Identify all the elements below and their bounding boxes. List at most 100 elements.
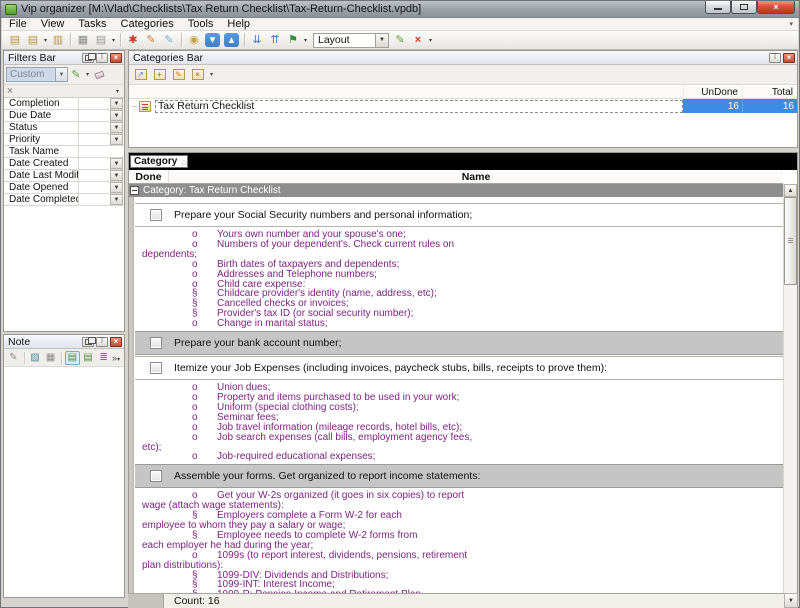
maximize-icon bbox=[740, 4, 748, 10]
minimize-button[interactable] bbox=[705, 1, 731, 14]
sub-item-text: plan distributions): bbox=[142, 560, 223, 571]
float-panel-button[interactable] bbox=[82, 53, 94, 63]
filter-dropdown-button[interactable]: ▼ bbox=[110, 98, 123, 109]
new-database-button[interactable]: ▤ bbox=[6, 32, 24, 48]
clear-filter-button[interactable] bbox=[91, 67, 107, 82]
note-bullets-button[interactable]: ≣ bbox=[96, 351, 111, 365]
note-body[interactable] bbox=[4, 368, 124, 597]
filter-value-field[interactable] bbox=[78, 110, 110, 121]
expand-all-button[interactable]: ⇊ bbox=[248, 32, 266, 48]
chevron-down-icon[interactable]: ▾ bbox=[302, 37, 309, 44]
new-task-button[interactable]: ✱ bbox=[124, 32, 142, 48]
menu-tools[interactable]: Tools bbox=[181, 18, 221, 31]
task-notes-button[interactable]: ✎ bbox=[160, 32, 178, 48]
delete-layout-button[interactable]: × bbox=[409, 32, 427, 48]
column-header-total[interactable]: Total bbox=[742, 86, 797, 98]
group-by-category-button[interactable]: Category △ bbox=[130, 155, 188, 168]
move-down-button[interactable]: ▾ bbox=[205, 33, 220, 47]
scroll-up-icon[interactable]: ▲ bbox=[784, 184, 797, 197]
edit-category-button[interactable]: ✎ bbox=[170, 67, 187, 82]
pin-panel-button[interactable]: ⊤ bbox=[96, 337, 108, 347]
task-row[interactable]: Itemize your Job Expenses (including inv… bbox=[135, 356, 783, 380]
filter-value-field[interactable] bbox=[78, 182, 110, 193]
scrollbar-thumb[interactable] bbox=[784, 197, 797, 285]
chevron-down-icon[interactable]: ▾ bbox=[84, 71, 91, 78]
filter-dropdown-button[interactable]: ▼ bbox=[110, 134, 123, 145]
chevron-down-icon[interactable]: ▼ bbox=[375, 34, 388, 47]
maximize-button[interactable] bbox=[731, 1, 757, 14]
task-checkbox[interactable] bbox=[150, 362, 162, 374]
close-panel-button[interactable]: × bbox=[783, 53, 795, 63]
print-preview-button[interactable]: ▤ bbox=[92, 32, 110, 48]
filter-dropdown-button[interactable]: ▼ bbox=[110, 182, 123, 193]
customize-layout-button[interactable]: ✎ bbox=[391, 32, 409, 48]
filter-value-field[interactable] bbox=[78, 122, 110, 133]
filter-dropdown-button[interactable]: ▼ bbox=[110, 122, 123, 133]
filter-value-field[interactable] bbox=[78, 158, 110, 169]
apply-filter-button[interactable]: ✎ bbox=[68, 67, 84, 82]
task-row[interactable]: Prepare your Social Security numbers and… bbox=[135, 203, 783, 227]
filter-value-field[interactable] bbox=[78, 170, 110, 181]
close-panel-button[interactable]: × bbox=[110, 53, 122, 63]
menu-tasks[interactable]: Tasks bbox=[71, 18, 113, 31]
print-button[interactable]: ▦ bbox=[74, 32, 92, 48]
filter-dropdown-button[interactable]: ▼ bbox=[110, 194, 123, 205]
filter-dropdown-button[interactable]: ▼ bbox=[110, 158, 123, 169]
pin-panel-button[interactable]: ⊤ bbox=[769, 53, 781, 63]
pin-panel-button[interactable]: ⊤ bbox=[96, 53, 108, 63]
float-panel-button[interactable] bbox=[82, 337, 94, 347]
menu-file[interactable]: File bbox=[2, 18, 34, 31]
task-checkbox[interactable] bbox=[150, 337, 162, 349]
task-checkbox[interactable] bbox=[150, 470, 162, 482]
reset-filter-button[interactable]: × bbox=[7, 86, 21, 97]
note-view-html-button[interactable]: ▤ bbox=[81, 351, 96, 365]
scroll-down-icon[interactable]: ▼ bbox=[784, 593, 798, 608]
menu-help[interactable]: Help bbox=[220, 18, 257, 31]
column-header-done[interactable]: Done bbox=[129, 170, 169, 183]
filter-value-field[interactable] bbox=[78, 98, 110, 109]
new-category-button[interactable]: ↗ bbox=[132, 67, 149, 82]
filter-value-field[interactable] bbox=[78, 194, 110, 205]
print-note-button[interactable]: ▦ bbox=[43, 351, 58, 365]
categories-overflow-icon[interactable]: ▾ bbox=[208, 71, 215, 78]
view-tasks-button[interactable]: ◉ bbox=[185, 32, 203, 48]
menu-view[interactable]: View bbox=[34, 18, 72, 31]
filter-value-field[interactable] bbox=[78, 134, 110, 145]
edit-task-button[interactable]: ✎ bbox=[142, 32, 160, 48]
close-button[interactable]: × bbox=[757, 1, 795, 14]
tree-expander-icon[interactable]: – bbox=[132, 102, 139, 111]
open-database-button[interactable]: ▤ bbox=[24, 32, 42, 48]
vertical-scrollbar[interactable]: ▲ bbox=[783, 184, 797, 593]
toolbar-overflow-icon[interactable]: ▾ bbox=[427, 37, 434, 44]
column-header-name[interactable]: Name bbox=[169, 170, 783, 183]
filter-dropdown-button[interactable]: ▼ bbox=[110, 170, 123, 181]
chevron-down-icon[interactable]: ▾ bbox=[42, 37, 49, 44]
task-row[interactable]: Prepare your bank account number; bbox=[135, 331, 783, 355]
filters-overflow-icon[interactable]: ▾ bbox=[114, 88, 121, 95]
chevron-down-icon[interactable]: ▼ bbox=[55, 68, 67, 81]
new-subcategory-button[interactable]: + bbox=[151, 67, 168, 82]
go-to-button[interactable]: ⚑ bbox=[284, 32, 302, 48]
task-checkbox[interactable] bbox=[150, 209, 162, 221]
close-panel-button[interactable]: × bbox=[110, 337, 122, 347]
move-up-button[interactable]: ▴ bbox=[224, 33, 239, 47]
filter-preset-combobox[interactable]: Custom ▼ bbox=[6, 67, 68, 82]
chevron-down-icon[interactable]: ▾ bbox=[110, 37, 117, 44]
note-overflow-icon[interactable]: »▾ bbox=[112, 353, 122, 363]
layout-combobox[interactable]: Layout ▼ bbox=[313, 33, 389, 48]
note-edit-button[interactable]: ✎ bbox=[6, 351, 21, 365]
column-header-undone[interactable]: UnDone bbox=[683, 86, 742, 98]
task-row[interactable]: Assemble your forms. Get organized to re… bbox=[135, 464, 783, 488]
insert-image-button[interactable]: ▨ bbox=[28, 351, 43, 365]
category-tree-row[interactable]: – Tax Return Checklist 16 16 bbox=[129, 99, 797, 113]
collapse-all-button[interactable]: ⇈ bbox=[266, 32, 284, 48]
collapse-group-icon[interactable] bbox=[130, 186, 139, 195]
filter-value-field[interactable] bbox=[78, 146, 124, 157]
save-database-button[interactable]: ▥ bbox=[49, 32, 67, 48]
note-view-text-button[interactable]: ▤ bbox=[65, 351, 80, 365]
menu-categories[interactable]: Categories bbox=[114, 18, 181, 31]
menu-overflow-icon[interactable]: ▾ bbox=[789, 20, 798, 28]
filter-dropdown-button[interactable]: ▼ bbox=[110, 110, 123, 121]
group-row[interactable]: Category: Tax Return Checklist bbox=[129, 184, 783, 197]
delete-category-button[interactable]: × bbox=[189, 67, 206, 82]
